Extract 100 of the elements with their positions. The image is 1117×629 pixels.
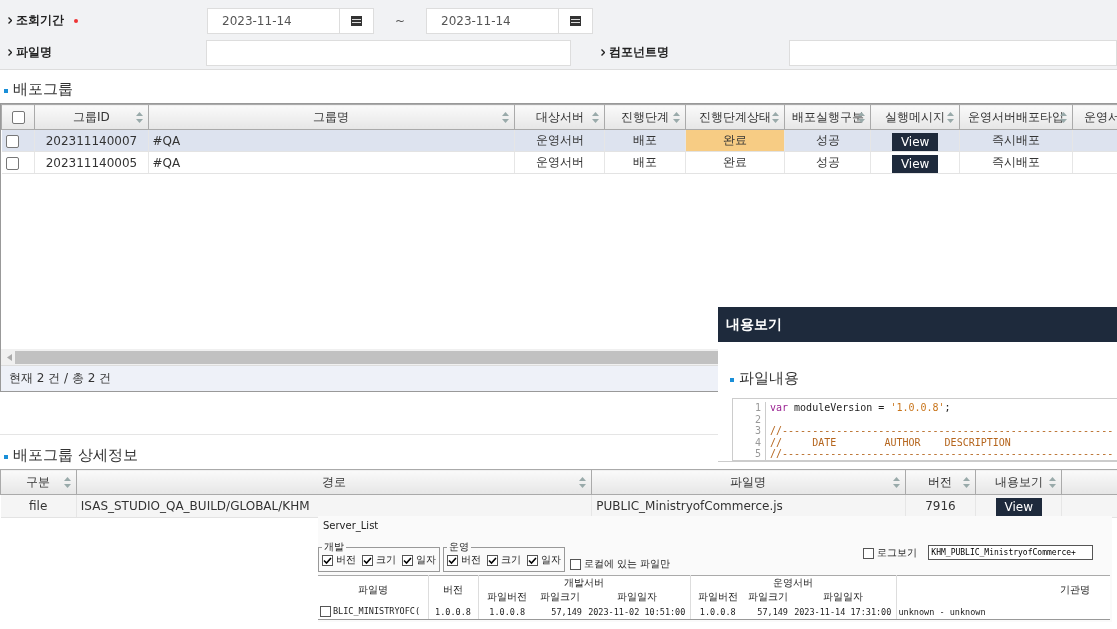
view-button[interactable]: View xyxy=(995,498,1042,516)
column-header[interactable]: 배포실행구분 xyxy=(784,104,871,130)
column-header: 파일명 xyxy=(357,584,388,595)
column-header[interactable]: 운영서 xyxy=(1072,104,1117,130)
calendar-button[interactable] xyxy=(340,7,374,34)
table-row[interactable]: 202311140005 #QA 운영서버 배포 완료 성공 View 즉시배포 xyxy=(1,151,1117,174)
checkbox-label: 로그보기 xyxy=(877,546,918,560)
checkbox-label: 일자 xyxy=(416,553,436,567)
checkbox-label: 크기 xyxy=(376,553,396,567)
table-cell: 즉시배포 xyxy=(959,151,1073,174)
column-header[interactable]: 구분 xyxy=(0,469,77,495)
table-cell: 2023-11-14 17:31:00 xyxy=(794,606,892,617)
sort-icon[interactable] xyxy=(1049,477,1057,488)
sort-icon[interactable] xyxy=(963,477,971,488)
sort-icon[interactable] xyxy=(502,112,510,123)
column-header: 파일일자 xyxy=(616,591,657,602)
column-header[interactable]: 파일명 xyxy=(591,469,906,495)
column-header: 버전 xyxy=(443,584,463,595)
chevron-icon xyxy=(8,17,12,24)
bullet-icon xyxy=(730,378,734,382)
checkbox[interactable] xyxy=(447,554,458,566)
checkbox[interactable] xyxy=(11,111,25,124)
window-title: Server_List xyxy=(322,519,380,534)
group-label: 개발 xyxy=(323,542,345,552)
filter-label: 조회기간 xyxy=(16,12,64,29)
table-cell: 1.0.0.8 xyxy=(699,606,736,617)
code-line: //------------------------------------------------------- xyxy=(770,425,1114,437)
checkbox[interactable] xyxy=(863,547,875,559)
calendar-icon xyxy=(570,15,581,26)
checkbox[interactable] xyxy=(570,558,581,570)
table-cell: unknown - unknown xyxy=(898,606,986,617)
line-number: 4 xyxy=(733,436,766,448)
checkbox-label: 버전 xyxy=(461,553,481,567)
filter-label: 컴포넌트명 xyxy=(608,44,669,61)
group-label: 운영 xyxy=(448,542,470,552)
column-header: 파일일자 xyxy=(822,591,863,602)
sort-icon[interactable] xyxy=(947,112,955,123)
line-number: 5 xyxy=(733,448,766,460)
sort-icon[interactable] xyxy=(579,477,587,488)
column-header: 파일크기 xyxy=(747,591,788,602)
range-separator: ~ xyxy=(393,13,407,28)
chevron-icon xyxy=(8,49,12,56)
bullet-icon xyxy=(4,89,8,93)
sort-icon[interactable] xyxy=(135,112,143,123)
sort-icon[interactable] xyxy=(592,112,600,123)
column-header[interactable]: 실행메시지 xyxy=(870,104,960,130)
table-cell: 1.0.0.8 xyxy=(435,606,471,617)
table-cell: BLIC_MINISTRYOFC( xyxy=(333,606,420,616)
checkbox[interactable] xyxy=(402,554,413,566)
column-header[interactable]: 진행단계 xyxy=(604,104,686,130)
scroll-left-icon[interactable] xyxy=(7,353,12,361)
column-header[interactable]: 내용보기 xyxy=(975,469,1062,495)
column-header: 기관명 xyxy=(1060,584,1090,595)
section-title: 배포그룹 xyxy=(13,79,73,99)
column-header[interactable]: 운영서버배포타입 xyxy=(959,104,1073,130)
section-title: 파일내용 xyxy=(739,368,799,388)
column-header[interactable]: 그룹명 xyxy=(148,104,515,130)
column-header[interactable]: 경로 xyxy=(76,469,592,495)
table-cell: #QA xyxy=(148,151,515,174)
record-count: 현재 2 건 / 총 2 건 xyxy=(9,370,112,387)
table-cell: 57,149 xyxy=(757,606,788,617)
log-file-field[interactable]: KHM_PUBLIC_MinistryofCommerce+ xyxy=(928,545,1094,560)
date-field[interactable]: 2023-11-14 xyxy=(207,7,340,34)
section-title: 배포그룹 상세정보 xyxy=(13,445,138,465)
table-cell: 2023-11-02 10:51:00 xyxy=(588,606,686,617)
table-cell: 배포 xyxy=(604,151,686,174)
column-header[interactable]: 진행단계상태 xyxy=(685,104,785,130)
table-cell: 57,149 xyxy=(551,606,582,617)
column-header: 파일버전 xyxy=(487,591,528,602)
sort-icon[interactable] xyxy=(673,112,681,123)
column-group-header: 개발서버 xyxy=(564,577,604,588)
column-header[interactable]: 대상서버 xyxy=(514,104,605,130)
checkbox[interactable] xyxy=(322,554,333,566)
column-header[interactable]: 버전 xyxy=(905,469,976,495)
date-field[interactable]: 2023-11-14 xyxy=(426,7,559,34)
line-number: 3 xyxy=(733,425,766,437)
checkbox[interactable] xyxy=(5,156,19,170)
view-button[interactable]: View xyxy=(892,132,939,151)
column-header[interactable]: 그룹ID xyxy=(34,104,149,130)
checkbox-label: 버전 xyxy=(336,553,356,567)
checkbox[interactable] xyxy=(527,554,538,566)
checkbox[interactable] xyxy=(362,554,373,566)
checkbox[interactable] xyxy=(5,134,19,148)
checkbox[interactable] xyxy=(320,606,331,617)
calendar-button[interactable] xyxy=(559,7,593,34)
code-line: // DATE AUTHOR DESCRIPTION xyxy=(770,436,1011,448)
sort-icon[interactable] xyxy=(772,112,780,123)
column-group-header: 운영서버 xyxy=(773,577,813,588)
sort-icon[interactable] xyxy=(1060,112,1068,123)
table-cell: file xyxy=(0,494,77,518)
calendar-icon xyxy=(351,15,362,26)
component-name-field[interactable] xyxy=(789,39,1117,66)
view-button[interactable]: View xyxy=(892,154,939,173)
file-name-field[interactable] xyxy=(205,39,571,66)
sort-icon[interactable] xyxy=(63,477,71,488)
table-row[interactable]: 202311140007 #QA 운영서버 배포 완료 성공 View 즉시배포 xyxy=(1,129,1117,152)
sort-icon[interactable] xyxy=(892,477,900,488)
table-cell: 운영서버 xyxy=(514,151,605,174)
column-header: 파일버전 xyxy=(697,591,738,602)
checkbox[interactable] xyxy=(487,554,498,566)
